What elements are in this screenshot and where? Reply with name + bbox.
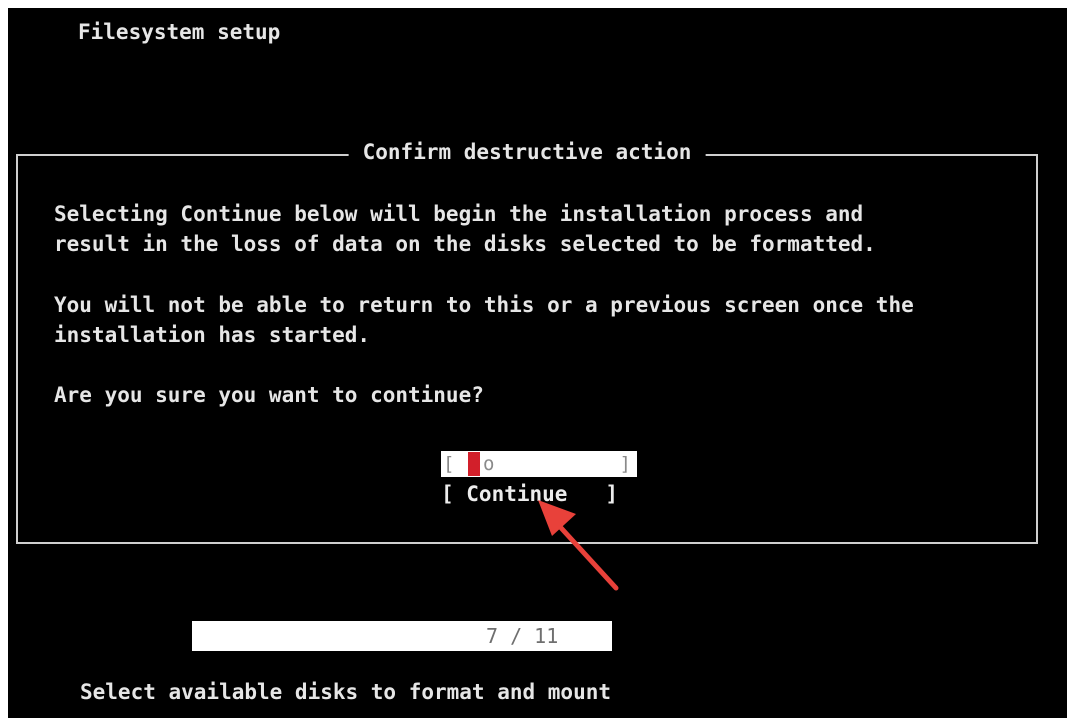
progress-text: 7 / 11 <box>486 624 559 648</box>
dialog-message-line-2: result in the loss of data on the disks … <box>54 232 876 256</box>
progress-indicator: 7 / 11 <box>192 621 612 651</box>
confirm-dialog: Confirm destructive action Selecting Con… <box>16 140 1038 544</box>
dialog-message-line-3: You will not be able to return to this o… <box>54 293 914 317</box>
dialog-message-line-1: Selecting Continue below will begin the … <box>54 202 864 226</box>
field-right-bracket: ] <box>619 453 631 475</box>
dialog-title: Confirm destructive action <box>348 140 706 164</box>
field-value: o <box>483 453 495 475</box>
footer-hint: Select available disks to format and mou… <box>80 680 612 704</box>
annotation-arrow-icon <box>538 500 619 591</box>
dialog-message-line-4: installation has started. <box>54 323 371 347</box>
screen-title: Filesystem setup <box>78 20 281 44</box>
text-cursor <box>468 452 480 476</box>
dialog-question: Are you sure you want to continue? <box>54 383 484 407</box>
confirm-selection-field[interactable]: [ o ] <box>441 451 637 477</box>
terminal-screen: Filesystem setup Confirm destructive act… <box>8 8 1067 718</box>
field-left-bracket: [ <box>443 453 455 475</box>
